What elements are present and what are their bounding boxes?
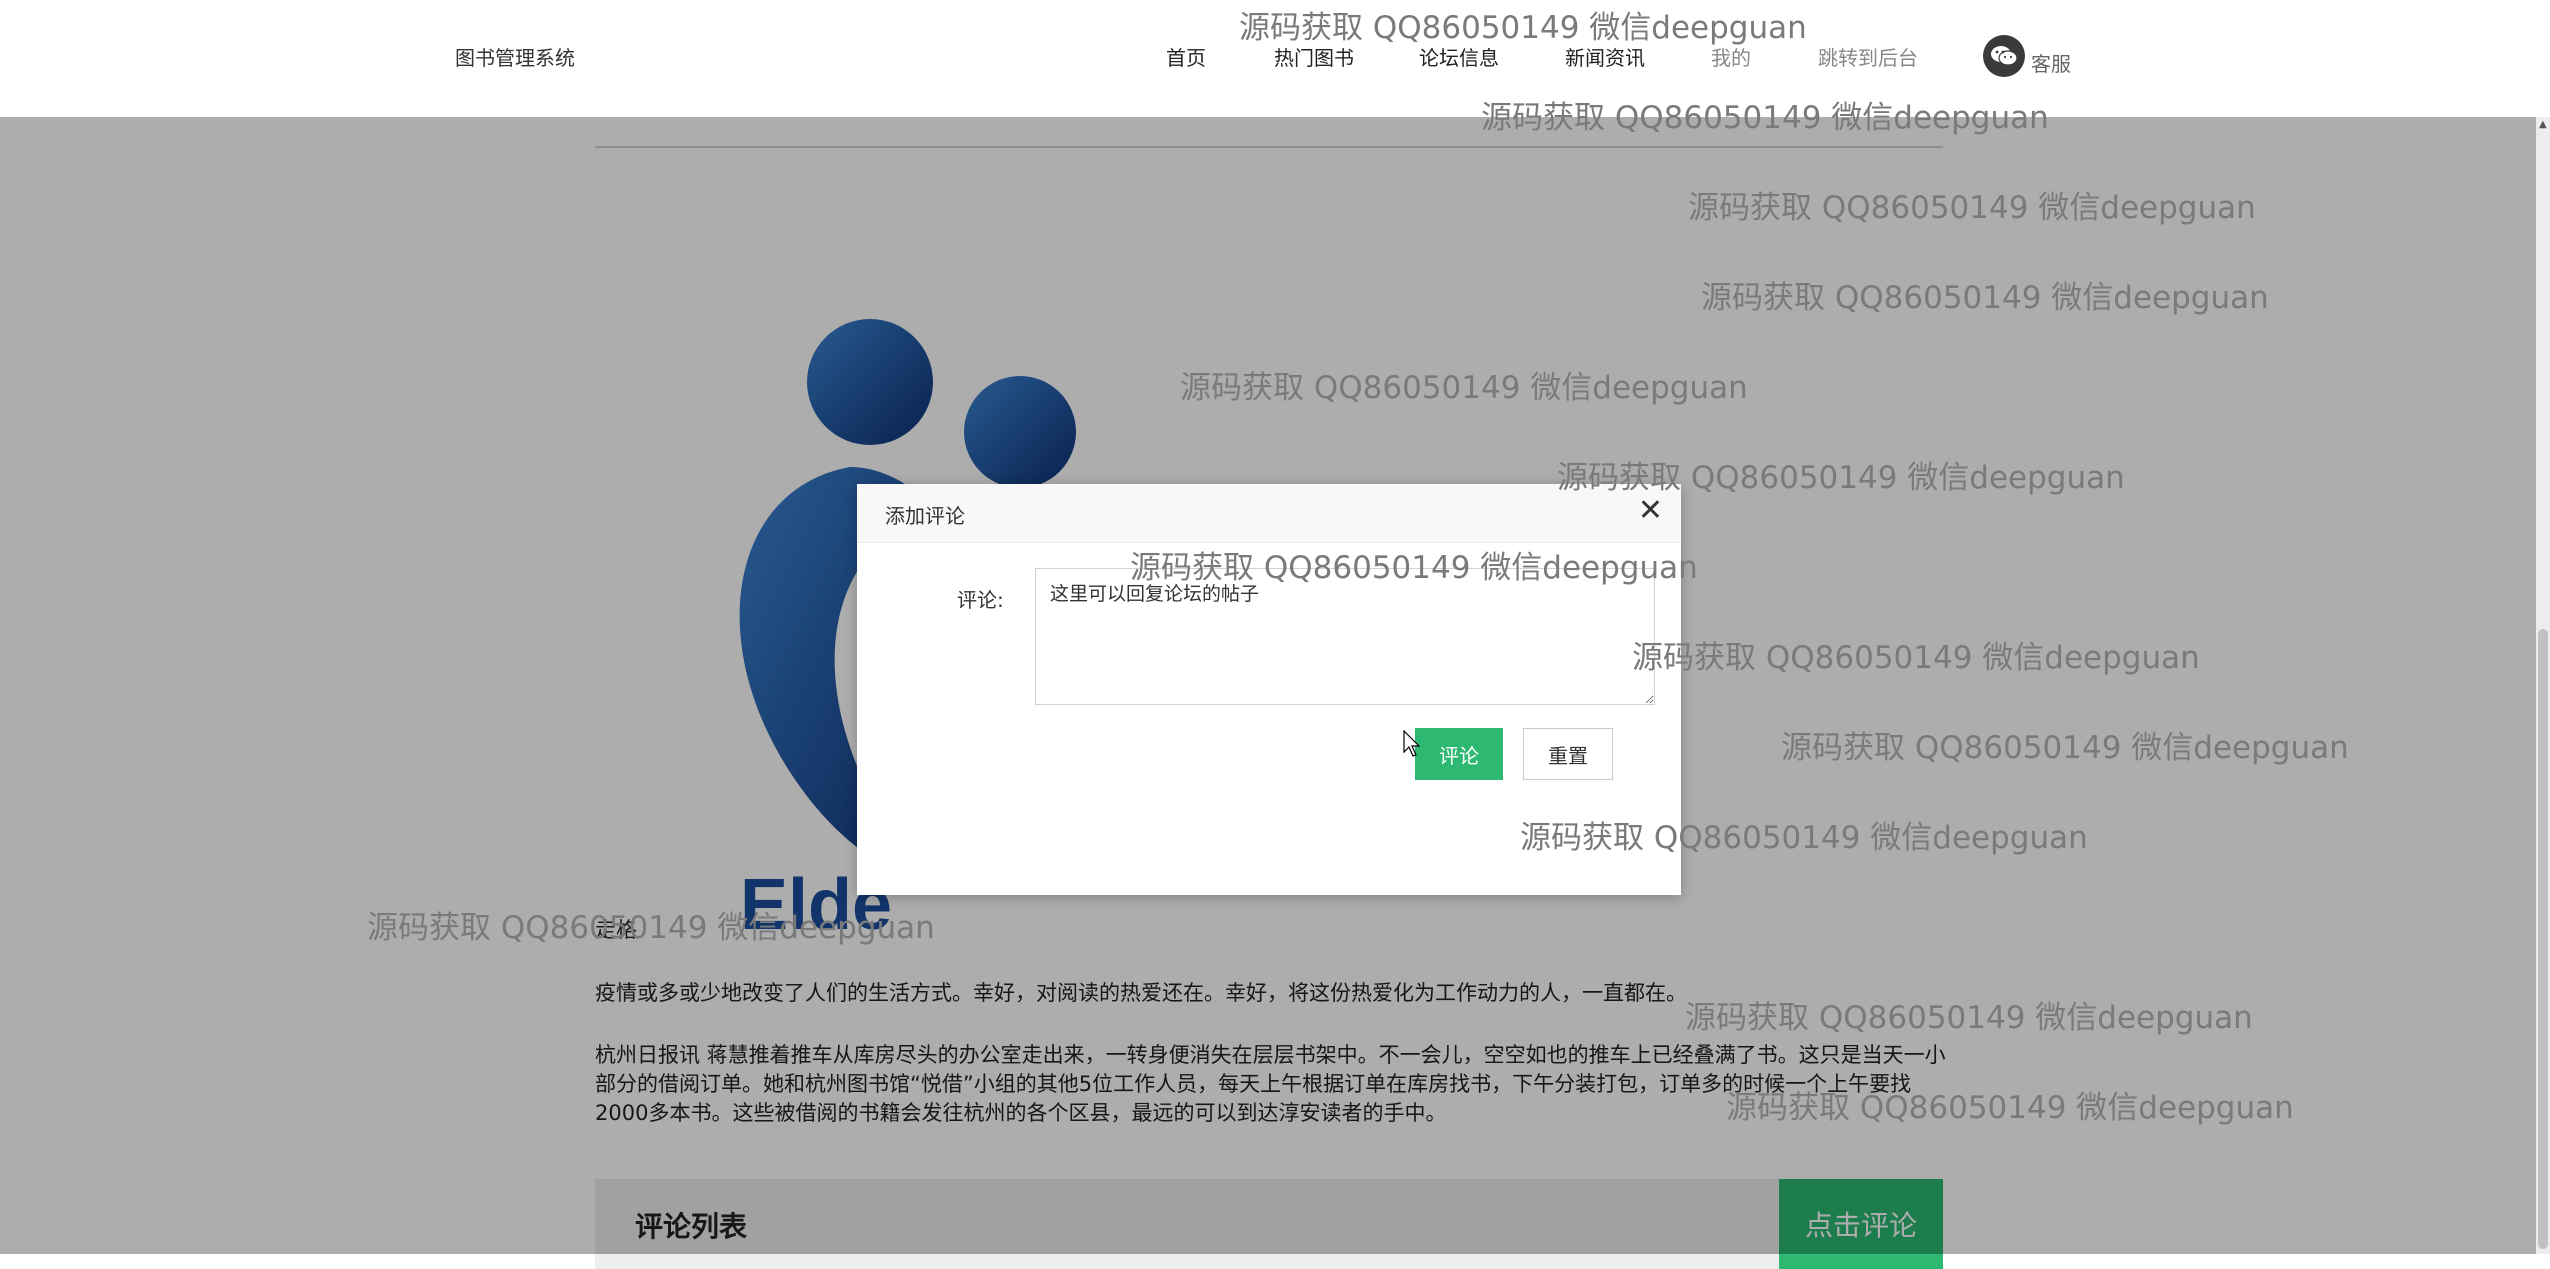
close-icon[interactable]: ✕ xyxy=(1638,496,1663,526)
nav-item-news[interactable]: 新闻资讯 xyxy=(1565,42,1645,71)
add-comment-dialog: 添加评论 ✕ 评论: 这里可以回复论坛的帖子 评论 重置 xyxy=(857,484,1681,895)
mouse-cursor-icon xyxy=(1403,730,1421,757)
dialog-header: 添加评论 ✕ xyxy=(857,484,1681,543)
comment-field-label: 评论: xyxy=(957,588,1004,612)
top-navbar: 图书管理系统 首页 热门图书 论坛信息 新闻资讯 我的 跳转到后台 客服 xyxy=(0,0,2550,117)
customer-service-label: 客服 xyxy=(2031,52,2071,76)
nav-item-hot-books[interactable]: 热门图书 xyxy=(1274,42,1354,71)
nav-item-home[interactable]: 首页 xyxy=(1166,42,1206,71)
nav-item-mine[interactable]: 我的 xyxy=(1711,42,1751,71)
nav-item-forum[interactable]: 论坛信息 xyxy=(1419,42,1499,71)
reset-button[interactable]: 重置 xyxy=(1523,728,1613,780)
scrollbar-thumb[interactable] xyxy=(2538,629,2548,1249)
scroll-up-icon[interactable]: ▲ xyxy=(2539,119,2547,130)
customer-service[interactable]: 客服 xyxy=(1983,34,2071,77)
site-brand[interactable]: 图书管理系统 xyxy=(455,42,575,71)
comment-textarea[interactable]: 这里可以回复论坛的帖子 xyxy=(1035,568,1655,705)
dialog-title: 添加评论 xyxy=(885,504,965,528)
nav-item-admin[interactable]: 跳转到后台 xyxy=(1818,42,1918,71)
submit-comment-button[interactable]: 评论 xyxy=(1415,728,1503,780)
page-scrollbar[interactable]: ▲ xyxy=(2536,117,2550,1254)
wechat-icon xyxy=(1983,34,2025,77)
